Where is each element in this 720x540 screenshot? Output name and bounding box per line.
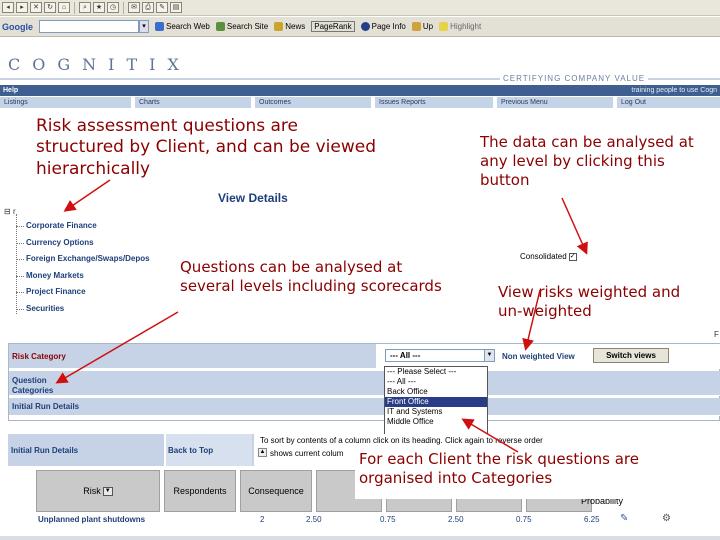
arrow-to-categories [461, 418, 519, 453]
arrow-to-tree [63, 179, 111, 212]
arrow-to-consolidated [561, 197, 588, 255]
arrow-to-question-categories [55, 311, 179, 384]
annotation-arrows [55, 179, 588, 453]
status-bar [0, 536, 720, 540]
arrow-to-weighted [522, 289, 541, 351]
